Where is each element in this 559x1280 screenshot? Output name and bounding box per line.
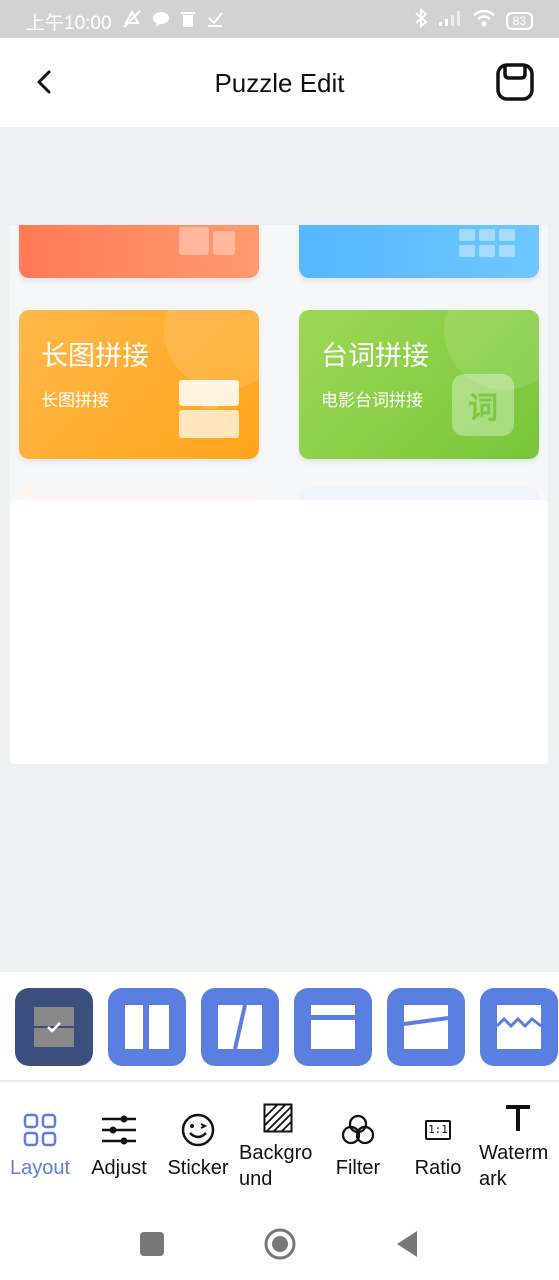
tool-adjust[interactable]: Adjust — [79, 1082, 159, 1200]
stack-icon — [179, 380, 239, 444]
triangle-back-icon — [397, 1231, 417, 1257]
layout-two-vertical-icon — [125, 1005, 169, 1049]
ratio-icon-text: 1:1 — [425, 1120, 451, 1140]
tool-sticker[interactable]: Sticker — [158, 1082, 238, 1200]
app-header: Puzzle Edit — [0, 38, 559, 127]
layout-two-horizontal[interactable] — [15, 988, 93, 1066]
tool-label: Waterm ark — [479, 1142, 549, 1190]
layout-wave-icon — [496, 1005, 542, 1049]
mute-icon — [122, 9, 142, 34]
tool-label: Layout — [9, 1157, 71, 1179]
ci-icon: 词 — [452, 374, 514, 436]
tool-label: Ratio — [414, 1157, 462, 1179]
signal-icon — [438, 9, 462, 33]
layout-diagonal-icon — [218, 1004, 262, 1050]
puzzle-canvas[interactable]: 长图拼接 长图拼接 台词拼接 电影台词拼接 词 — [10, 225, 548, 500]
status-time: 上午10:00 — [26, 13, 112, 34]
tool-background[interactable]: Backgro und — [238, 1082, 318, 1200]
layout-diagonal[interactable] — [201, 988, 279, 1066]
download-icon — [206, 10, 224, 33]
tool-ratio[interactable]: 1:1 Ratio — [398, 1082, 478, 1200]
home-button[interactable] — [264, 1228, 296, 1260]
bottom-toolbar: Layout Adjust Sticker Backgro und Filter… — [0, 1082, 559, 1200]
tool-filter[interactable]: Filter — [318, 1082, 398, 1200]
save-button[interactable] — [495, 62, 535, 102]
tool-watermark[interactable]: Waterm ark — [478, 1082, 558, 1200]
dialogue-card: 台词拼接 电影台词拼接 词 — [299, 310, 539, 459]
recents-button[interactable] — [140, 1232, 164, 1256]
tool-label: Adjust — [91, 1157, 147, 1179]
back-nav-button[interactable] — [396, 1230, 418, 1258]
text-t-icon — [500, 1100, 536, 1136]
layout-two-horizontal-icon — [34, 1007, 74, 1047]
filter-circles-icon — [340, 1112, 376, 1148]
layout-wave[interactable] — [480, 988, 558, 1066]
ratio-icon: 1:1 — [420, 1112, 456, 1148]
layout-slanted[interactable] — [387, 988, 465, 1066]
tool-label: Sticker — [167, 1157, 229, 1179]
ci-icon-glyph: 词 — [468, 391, 498, 426]
sliders-icon — [101, 1112, 137, 1148]
trash-icon — [180, 10, 196, 33]
smiley-icon — [180, 1112, 216, 1148]
puzzle-empty-slot[interactable] — [10, 500, 548, 764]
card-title: 台词拼接 — [321, 341, 429, 372]
grid-icon — [22, 1112, 58, 1148]
card-title: 长图拼接 — [41, 341, 149, 372]
coral-card — [19, 225, 259, 278]
save-icon — [496, 63, 534, 101]
card-subtitle: 电影台词拼接 — [321, 391, 423, 411]
tool-label: Backgro und — [239, 1142, 313, 1190]
bluetooth-icon — [414, 7, 428, 34]
chat-icon — [152, 10, 170, 33]
card-subtitle: 长图拼接 — [41, 391, 109, 411]
system-nav-bar — [0, 1200, 559, 1280]
hatched-square-icon — [260, 1100, 296, 1136]
layout-selector — [0, 972, 559, 1080]
layout-two-vertical[interactable] — [108, 988, 186, 1066]
page-title: Puzzle Edit — [214, 68, 345, 98]
layout-slanted-icon — [403, 1005, 449, 1049]
battery-icon: 83 — [505, 12, 533, 30]
wifi-icon — [472, 9, 496, 33]
blue-card — [299, 225, 539, 278]
layout-top-band[interactable] — [294, 988, 372, 1066]
tool-label: Filter — [335, 1157, 381, 1179]
tool-layout[interactable]: Layout — [0, 1082, 80, 1200]
layout-top-band-icon — [311, 1005, 355, 1049]
home-circle-icon — [264, 1228, 296, 1260]
long-image-card: 长图拼接 长图拼接 — [19, 310, 259, 459]
status-bar: 上午10:00 83 — [0, 0, 559, 38]
